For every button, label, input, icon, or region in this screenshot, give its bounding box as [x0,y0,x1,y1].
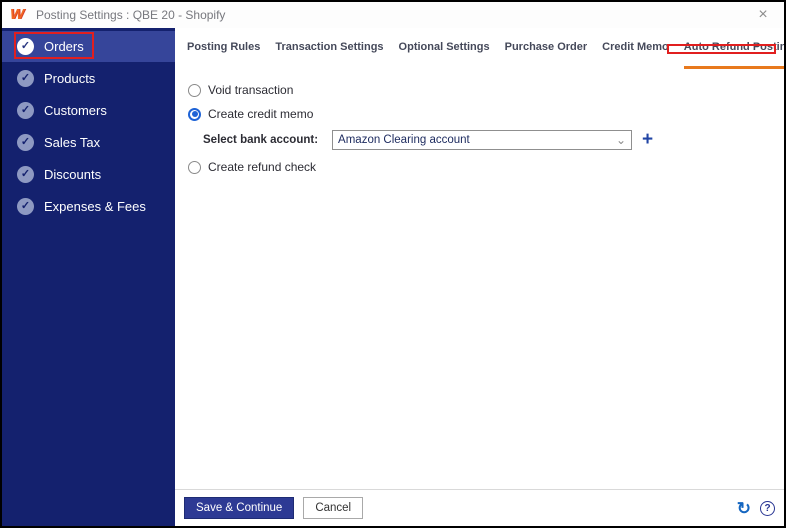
tab-transaction-settings[interactable]: Transaction Settings [275,41,383,69]
tab-bar: Posting Rules Transaction Settings Optio… [175,28,784,69]
cancel-button[interactable]: Cancel [303,497,364,519]
bank-account-label: Select bank account: [203,134,319,146]
radio-label: Create refund check [208,160,317,174]
option-void-transaction[interactable]: Void transaction [188,82,784,98]
check-circle-icon: ✓ [17,166,34,183]
check-circle-icon: ✓ [17,102,34,119]
check-circle-icon: ✓ [17,38,34,55]
sidebar: ✓ Orders ✓ Products ✓ Customers ✓ Sales … [2,28,175,526]
tab-optional-settings[interactable]: Optional Settings [399,41,490,69]
close-icon[interactable]: × [752,7,774,23]
check-circle-icon: ✓ [17,70,34,87]
help-icon[interactable]: ? [760,500,775,516]
check-circle-icon: ✓ [17,134,34,151]
radio-create-refund-check[interactable] [188,160,201,174]
sidebar-item-label: Discounts [44,167,102,182]
sidebar-item-label: Expenses & Fees [44,199,146,214]
sidebar-item-label: Orders [44,39,84,54]
save-continue-button[interactable]: Save & Continue [184,497,295,519]
chevron-down-icon: ⌄ [615,133,627,147]
radio-label: Void transaction [208,83,294,97]
sidebar-item-sales-tax[interactable]: ✓ Sales Tax [2,127,175,158]
tab-label: Auto Refund Posting [683,41,784,53]
sidebar-item-orders[interactable]: ✓ Orders [2,31,175,62]
title-bar: W Posting Settings : QBE 20 - Shopify × [2,2,784,28]
tab-auto-refund-posting[interactable]: Auto Refund Posting [666,41,784,69]
refresh-icon[interactable]: ↻ [737,500,751,517]
footer-bar: Save & Continue Cancel ↻ ? [175,489,784,526]
radio-label: Create credit memo [208,107,314,121]
sidebar-item-label: Customers [44,103,107,118]
webgility-logo-icon: W [10,6,25,23]
tab-credit-memo[interactable]: Credit Memo [602,41,669,69]
sidebar-item-label: Products [44,71,96,86]
tab-posting-rules[interactable]: Posting Rules [187,41,260,69]
option-create-refund-check[interactable]: Create refund check [188,159,784,175]
check-circle-icon: ✓ [17,198,34,215]
sidebar-item-label: Sales Tax [44,135,101,150]
sidebar-item-discounts[interactable]: ✓ Discounts [2,159,175,190]
sidebar-item-customers[interactable]: ✓ Customers [2,95,175,126]
radio-void-transaction[interactable] [188,83,201,97]
sidebar-item-expenses-fees[interactable]: ✓ Expenses & Fees [2,191,175,222]
radio-create-credit-memo[interactable] [188,107,201,121]
option-create-credit-memo[interactable]: Create credit memo [188,106,784,122]
tab-purchase-order[interactable]: Purchase Order [505,41,588,69]
auto-refund-settings-content: Void transaction Create credit memo Sele… [175,69,784,175]
main-panel: Posting Rules Transaction Settings Optio… [175,28,784,526]
window-title: Posting Settings : QBE 20 - Shopify [36,8,226,22]
add-bank-account-button[interactable]: + [642,130,653,149]
bank-account-row: Select bank account: Amazon Clearing acc… [203,130,784,150]
app-body: ✓ Orders ✓ Products ✓ Customers ✓ Sales … [2,28,784,526]
bank-account-select[interactable]: Amazon Clearing account ⌄ [332,130,633,150]
posting-settings-window: W Posting Settings : QBE 20 - Shopify × … [0,0,786,528]
footer-icons: ↻ ? [737,500,775,517]
sidebar-item-products[interactable]: ✓ Products [2,63,175,94]
bank-account-value: Amazon Clearing account [338,134,470,146]
